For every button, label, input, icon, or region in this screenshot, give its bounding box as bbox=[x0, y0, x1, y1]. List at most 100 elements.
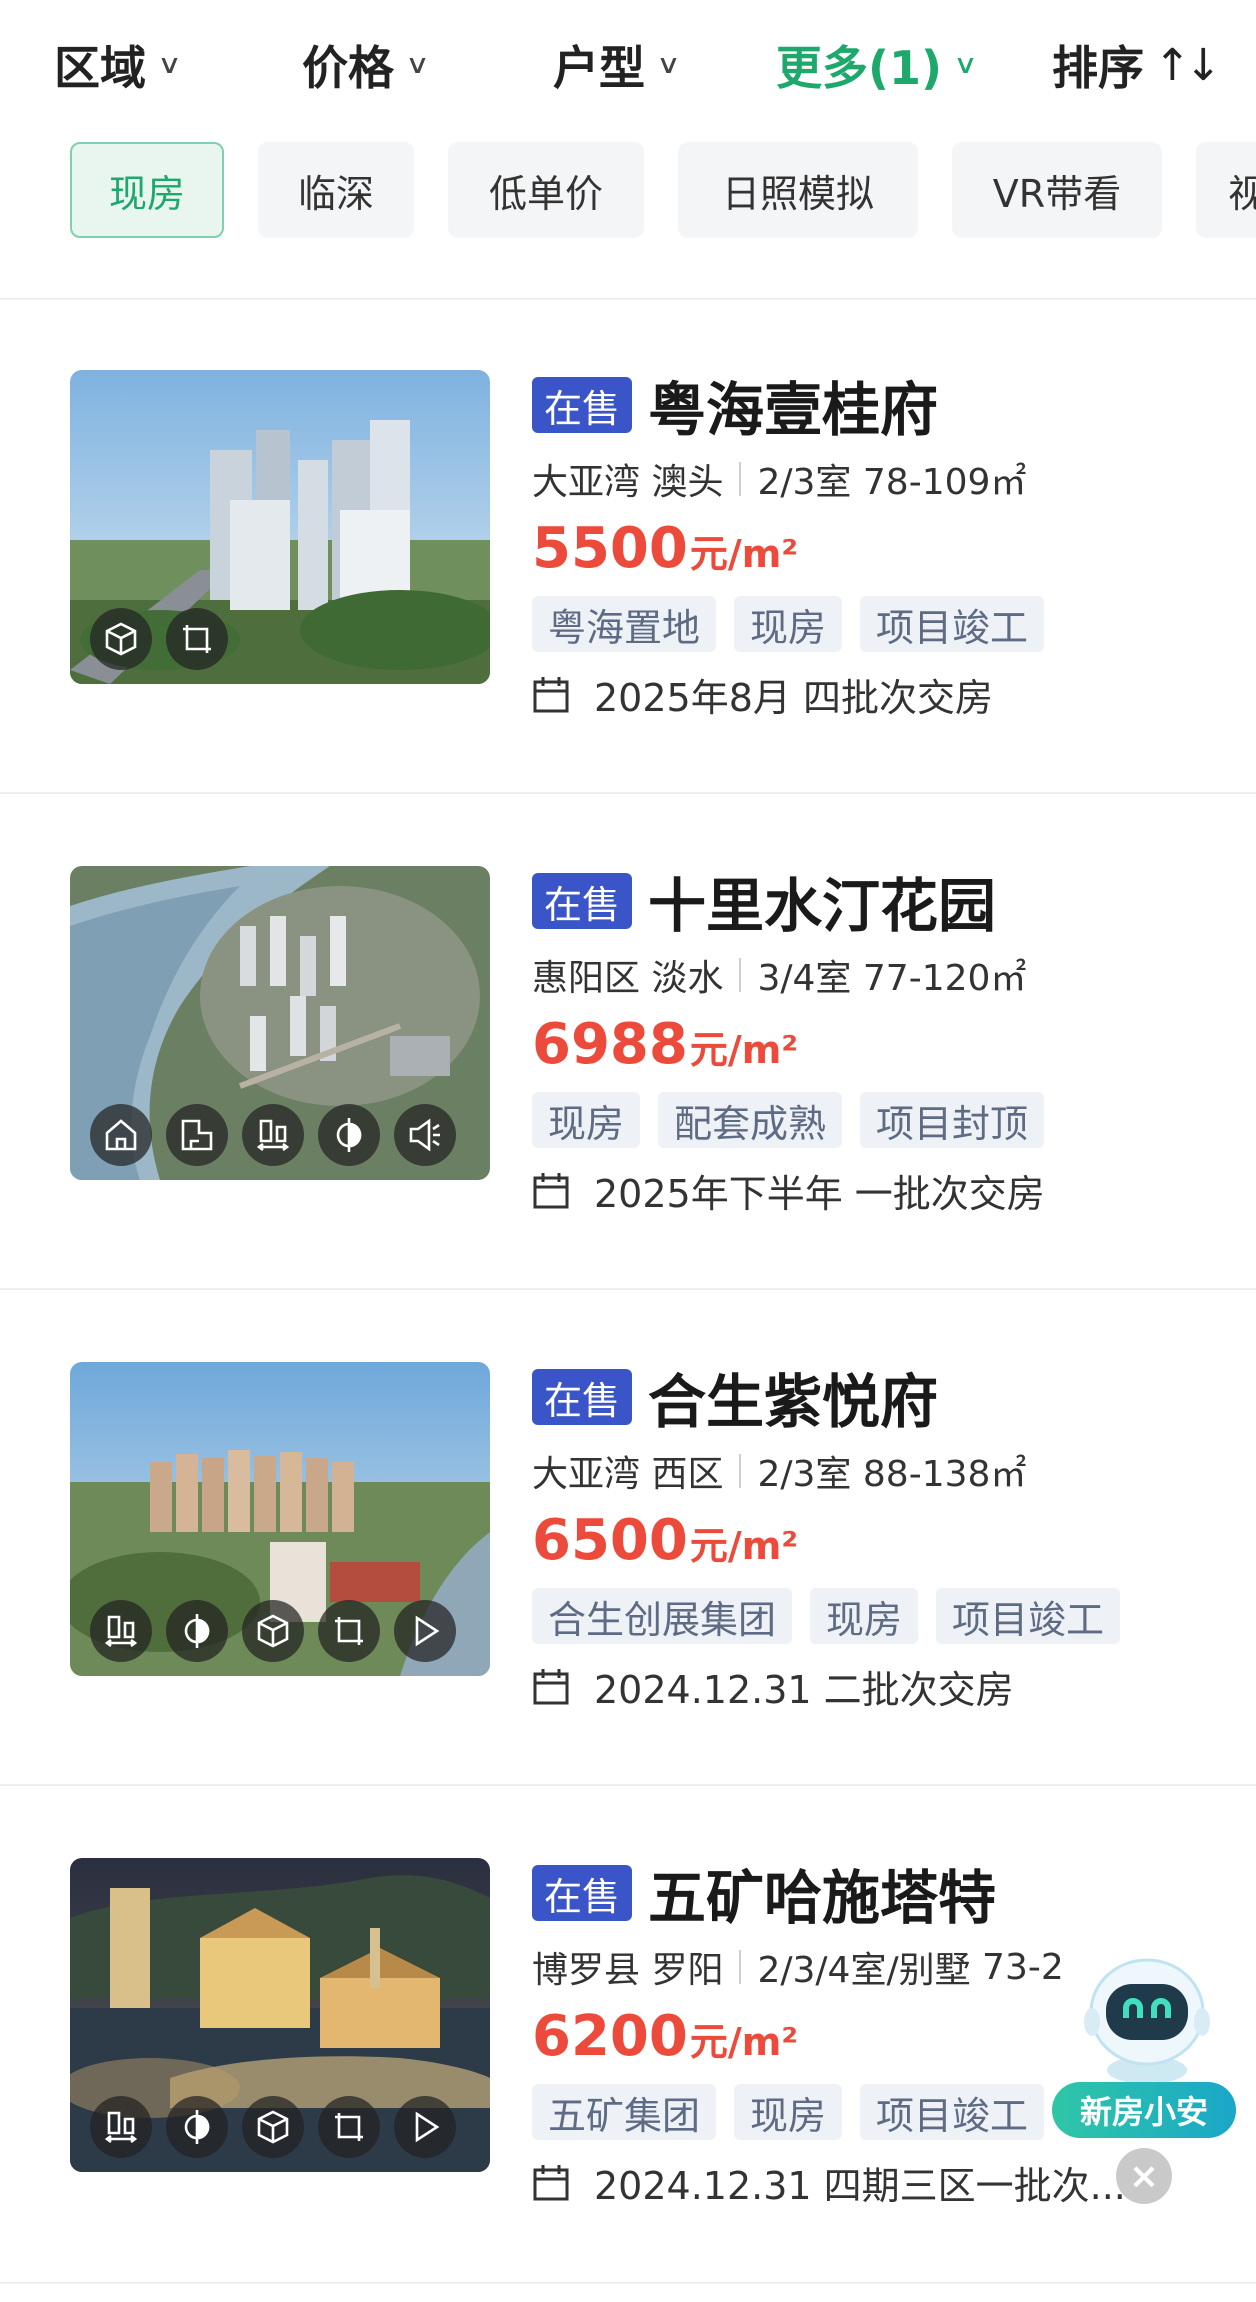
listing-tags: 现房 配套成熟 项目封顶 bbox=[532, 1092, 1232, 1148]
calendar-icon bbox=[533, 1173, 569, 1209]
quick-tag-vr-tour[interactable]: VR带看 bbox=[952, 142, 1162, 238]
listing-card[interactable]: 在售 粤海壹桂府 大亚湾 澳头 2/3室 78-109㎡ 5500 元/m² 粤… bbox=[0, 296, 1256, 792]
filter-label: 更多(1) bbox=[776, 41, 943, 95]
meta-separator bbox=[739, 1454, 742, 1488]
listing-card[interactable]: 在售 十里水汀花园 惠阳区 淡水 3/4室 77-120㎡ 6988 元/m² … bbox=[0, 792, 1256, 1288]
status-badge: 在售 bbox=[532, 1865, 633, 1921]
listing-price: 6500 元/m² bbox=[532, 1508, 1232, 1578]
calendar-icon bbox=[533, 1669, 569, 1705]
quick-tag-near-shenzhen[interactable]: 临深 bbox=[258, 142, 414, 238]
play-icon[interactable] bbox=[394, 1600, 456, 1662]
quick-tag-ready-house[interactable]: 现房 bbox=[70, 142, 224, 238]
listing-district: 惠阳区 bbox=[532, 958, 641, 999]
floorplan-icon[interactable] bbox=[166, 608, 228, 670]
listing-tag: 五矿集团 bbox=[532, 2084, 717, 2140]
audio-guide-icon[interactable] bbox=[394, 1104, 456, 1166]
listing-name[interactable]: 合生紫悦府 bbox=[648, 1355, 938, 1439]
building-distance-icon[interactable] bbox=[90, 2096, 152, 2158]
quick-tag-video[interactable]: 视 bbox=[1196, 142, 1256, 238]
listing-price: 6988 元/m² bbox=[532, 1012, 1232, 1082]
filter-label: 排序 bbox=[1052, 41, 1144, 95]
listing-tag: 配套成熟 bbox=[658, 1092, 843, 1148]
chevron-down-icon: ∨ bbox=[157, 50, 182, 80]
listing-tag: 现房 bbox=[810, 1588, 919, 1644]
building-distance-icon[interactable] bbox=[90, 1600, 152, 1662]
listing-name[interactable]: 粤海壹桂府 bbox=[648, 363, 938, 447]
filter-layout[interactable]: 户型 ∨ bbox=[553, 30, 681, 100]
listing-name[interactable]: 五矿哈施塔特 bbox=[648, 1851, 996, 1935]
listing-layout: 2/3室 bbox=[757, 1454, 852, 1495]
delivery-text: 2025年8月 四批次交房 bbox=[594, 675, 993, 720]
price-unit: 元/m² bbox=[689, 532, 798, 576]
sunlight-icon[interactable] bbox=[166, 1600, 228, 1662]
listing-tag: 粤海置地 bbox=[532, 596, 717, 652]
listing-delivery: 2025年下半年 一批次交房 bbox=[532, 1162, 1232, 1218]
filter-sort[interactable]: 排序 ↑↓ bbox=[1052, 30, 1222, 100]
listing-size: 88-138㎡ bbox=[862, 1454, 1027, 1495]
house-type-icon[interactable] bbox=[166, 1104, 228, 1166]
status-badge: 在售 bbox=[532, 377, 633, 433]
listing-tag: 项目竣工 bbox=[936, 1588, 1121, 1644]
listing-area: 西区 bbox=[651, 1454, 724, 1495]
assistant-label[interactable]: 新房小安 bbox=[1052, 2082, 1236, 2138]
listing-district: 大亚湾 bbox=[532, 1454, 641, 1495]
assistant-widget[interactable]: 新房小安 bbox=[1052, 1942, 1236, 2142]
filter-region[interactable]: 区域 ∨ bbox=[54, 30, 182, 100]
floorplan-icon[interactable] bbox=[318, 2096, 380, 2158]
listing-layout: 2/3室 bbox=[757, 462, 852, 503]
filter-bar: 区域 ∨ 价格 ∨ 户型 ∨ 更多(1) ∨ 排序 ↑↓ bbox=[0, 0, 1256, 132]
sunlight-icon[interactable] bbox=[318, 1104, 380, 1166]
listing-name[interactable]: 十里水汀花园 bbox=[648, 859, 996, 943]
listing-tag: 项目竣工 bbox=[860, 596, 1045, 652]
play-icon[interactable] bbox=[394, 2096, 456, 2158]
price-value: 6988 bbox=[532, 1012, 688, 1077]
listing-tag: 现房 bbox=[734, 2084, 843, 2140]
chevron-down-icon: ∨ bbox=[953, 50, 978, 80]
listing-card[interactable]: 在售 合生紫悦府 大亚湾 西区 2/3室 88-138㎡ 6500 元/m² 合… bbox=[0, 1288, 1256, 1784]
listing-area: 澳头 bbox=[651, 462, 724, 503]
listing-tags: 合生创展集团 现房 项目竣工 bbox=[532, 1588, 1232, 1644]
listing-tag: 现房 bbox=[734, 596, 843, 652]
listing-district: 大亚湾 bbox=[532, 462, 641, 503]
quick-tag-sunlight-sim[interactable]: 日照模拟 bbox=[678, 142, 918, 238]
robot-mascot-icon bbox=[1084, 1958, 1210, 2084]
listing-size: 77-120㎡ bbox=[862, 958, 1027, 999]
listing-photo[interactable] bbox=[70, 866, 490, 1180]
filter-price[interactable]: 价格 ∨ bbox=[302, 30, 430, 100]
listing-tag: 合生创展集团 bbox=[532, 1588, 793, 1644]
3d-model-icon[interactable] bbox=[242, 2096, 304, 2158]
meta-separator bbox=[739, 1950, 742, 1984]
calendar-icon bbox=[533, 677, 569, 713]
filter-label: 价格 bbox=[302, 41, 394, 95]
listing-price: 5500 元/m² bbox=[532, 516, 1232, 586]
listing-meta: 惠阳区 淡水 3/4室 77-120㎡ bbox=[532, 950, 1232, 1000]
meta-separator bbox=[739, 958, 742, 992]
sunlight-icon[interactable] bbox=[166, 2096, 228, 2158]
price-value: 6500 bbox=[532, 1508, 688, 1573]
listing-delivery: 2025年8月 四批次交房 bbox=[532, 666, 1232, 722]
listing-photo[interactable] bbox=[70, 1858, 490, 2172]
listing-district: 博罗县 bbox=[532, 1950, 641, 1991]
listing-info: 在售 合生紫悦府 大亚湾 西区 2/3室 88-138㎡ 6500 元/m² 合… bbox=[532, 1362, 1232, 1714]
quick-tag-low-unit-price[interactable]: 低单价 bbox=[448, 142, 644, 238]
listing-size: 78-109㎡ bbox=[862, 462, 1027, 503]
close-icon[interactable]: × bbox=[1116, 2148, 1172, 2204]
sort-icon: ↑↓ bbox=[1154, 39, 1222, 91]
filter-label: 区域 bbox=[54, 41, 146, 95]
divider bbox=[0, 2282, 1256, 2284]
listing-info: 在售 粤海壹桂府 大亚湾 澳头 2/3室 78-109㎡ 5500 元/m² 粤… bbox=[532, 370, 1232, 722]
listing-delivery: 2024.12.31 二批次交房 bbox=[532, 1658, 1232, 1714]
meta-separator bbox=[739, 462, 742, 496]
listing-photo[interactable] bbox=[70, 370, 490, 684]
status-badge: 在售 bbox=[532, 1369, 633, 1425]
3d-model-icon[interactable] bbox=[90, 608, 152, 670]
price-value: 6200 bbox=[532, 2004, 688, 2069]
3d-model-icon[interactable] bbox=[242, 1600, 304, 1662]
floorplan-icon[interactable] bbox=[318, 1600, 380, 1662]
chevron-down-icon: ∨ bbox=[656, 50, 681, 80]
listing-area: 罗阳 bbox=[651, 1950, 724, 1991]
filter-more[interactable]: 更多(1) ∨ bbox=[776, 30, 978, 100]
building-distance-icon[interactable] bbox=[242, 1104, 304, 1166]
listing-photo[interactable] bbox=[70, 1362, 490, 1676]
home-icon[interactable] bbox=[90, 1104, 152, 1166]
